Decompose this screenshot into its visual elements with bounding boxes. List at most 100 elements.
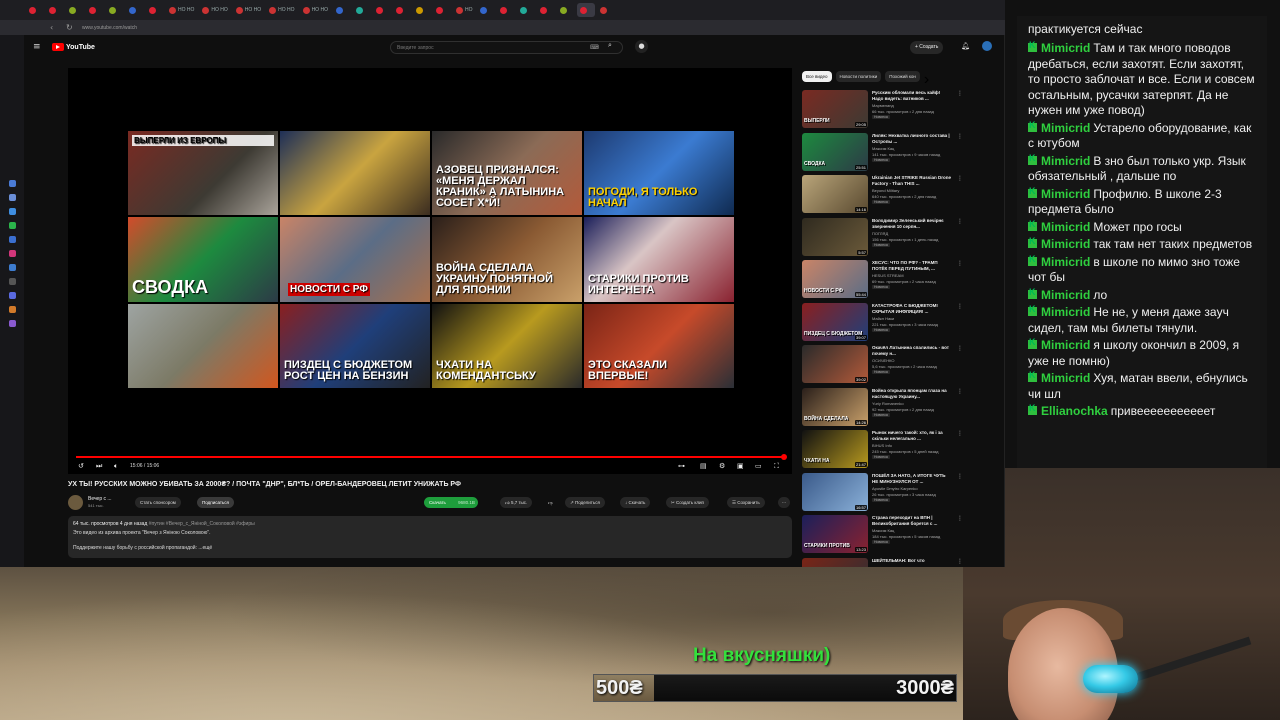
browser-tab[interactable]: [353, 3, 371, 17]
browser-tab[interactable]: [433, 3, 451, 17]
chat-username[interactable]: Mimicrid: [1041, 237, 1090, 251]
more-options-icon[interactable]: ⋮: [957, 303, 962, 310]
search-input[interactable]: Введите запрос: [397, 45, 434, 51]
browser-tab[interactable]: [477, 3, 495, 17]
browser-tab[interactable]: [373, 3, 391, 17]
sidebar-app-icon[interactable]: [8, 208, 16, 215]
end-screen-video[interactable]: Старики против интернета: [584, 217, 734, 302]
browser-tab[interactable]: [146, 3, 164, 17]
recommended-video[interactable]: ВОЙНА СДЕЛАЛА 14:26 Война открыла японцам …: [802, 387, 962, 431]
filter-chip[interactable]: Похожий кон: [885, 71, 920, 82]
recommended-video[interactable]: 16:57 ПОШЁЛ ЗА НАТО, А ИТОГЕ ЧУТЬ НЕ МИНУ…: [802, 472, 962, 516]
chat-username[interactable]: Mimicrid: [1041, 187, 1090, 201]
share-button[interactable]: ↗ Поделиться: [565, 497, 605, 508]
chat-username[interactable]: Mimicrid: [1041, 288, 1090, 302]
next-icon[interactable]: ⏭: [96, 461, 102, 471]
video-thumbnail[interactable]: ЧХАТИ НА 21:47: [802, 430, 868, 468]
replay-icon[interactable]: ↺: [78, 461, 84, 471]
settings-gear-icon[interactable]: ⚙: [719, 461, 725, 471]
recommended-video[interactable]: Старики против 13:23 Страна переходит на В…: [802, 515, 962, 558]
end-screen-video[interactable]: ЭТО СКАЗАЛИ ВПЕРВЫЕ!: [584, 303, 734, 388]
channel-name[interactable]: ОСИЧЕНКО: [872, 358, 895, 363]
browser-tab[interactable]: [413, 3, 431, 17]
recommended-video[interactable]: ЧХАТИ НА 21:47 Рынок ничего такой: хто, як…: [802, 430, 962, 473]
theater-mode-icon[interactable]: ▭: [755, 461, 762, 471]
video-thumbnail[interactable]: ВОЙНА СДЕЛАЛА 14:26: [802, 387, 868, 426]
browser-tab[interactable]: [393, 3, 411, 17]
browser-tab[interactable]: [333, 3, 351, 17]
video-title[interactable]: Страна переходит на ВПН | Великобритания…: [872, 515, 952, 527]
subscribe-button[interactable]: Подписаться: [197, 497, 234, 508]
channel-name[interactable]: Apostle Dmytro Karpenko: [872, 486, 918, 491]
chat-username[interactable]: Mimicrid: [1041, 41, 1090, 55]
more-options-icon[interactable]: ⋮: [957, 218, 962, 225]
sidebar-app-icon[interactable]: [8, 194, 16, 201]
channel-name[interactable]: Майкл Наки: [872, 316, 894, 321]
channel-name[interactable]: Yuriy Romanenko: [872, 401, 904, 406]
end-screen-video[interactable]: [128, 303, 278, 388]
sidebar-app-icon[interactable]: [8, 306, 16, 313]
dislike-icon[interactable]: 👎︎: [543, 497, 558, 508]
recommended-video[interactable]: 39:02 Окачёл Латынина спалились - вот поч…: [802, 345, 962, 388]
chat-username[interactable]: Mimicrid: [1041, 220, 1090, 234]
download-extension-button[interactable]: Скачать 9680.1B: [424, 497, 478, 508]
video-title[interactable]: КАТАСТРОФА С БЮДЖЕТОМ! СКРЫТАЯ ИНФЛЯЦИЯ!…: [872, 303, 952, 315]
fullscreen-icon[interactable]: ⛶: [774, 461, 779, 471]
recommended-video[interactable]: СВОДКА 25:51 Лиляк: Нехватка личного соста…: [802, 132, 962, 176]
video-title[interactable]: ШЕЙТЕЛЬМАН: Вот что: [872, 558, 952, 564]
more-actions-icon[interactable]: ⋯: [778, 497, 790, 508]
chevron-right-icon[interactable]: ›: [924, 71, 929, 88]
recommended-video[interactable]: ПИЗДЕЦ С БЮДЖЕТОМ 39:07 КАТАСТРОФА С БЮДЖЕ…: [802, 302, 962, 346]
end-screen-video[interactable]: НОВОСТИ С РФ: [280, 217, 430, 302]
more-options-icon[interactable]: ⋮: [957, 133, 962, 140]
chat-username[interactable]: Mimicrid: [1041, 338, 1090, 352]
video-thumbnail[interactable]: НОВОСТИ С РФ 55:44: [802, 260, 868, 298]
sidebar-app-icon[interactable]: [8, 250, 16, 257]
video-title[interactable]: Окачёл Латынина спалились - вот почему н…: [872, 345, 952, 357]
browser-tab[interactable]: НО НО: [233, 3, 264, 17]
chat-username[interactable]: Mimicrid: [1041, 371, 1090, 385]
description-box[interactable]: 64 тыс. просмотров 4 дня назад #путин #В…: [68, 516, 792, 558]
recommended-video[interactable]: 5:57 Володимир Зеленський вечірнє звернен…: [802, 217, 962, 261]
sidebar-app-icon[interactable]: [8, 222, 16, 229]
channel-name[interactable]: Максим Кац: [872, 146, 894, 151]
more-options-icon[interactable]: ⋮: [957, 175, 962, 182]
video-title[interactable]: ХЕСУС: ЧТО ПО РФ? - ТРАМП ПОТЁК ПЕРЕД ПУ…: [872, 260, 952, 272]
video-thumbnail[interactable]: ПИЗДЕЦ С БЮДЖЕТОМ 39:07: [802, 302, 868, 341]
reload-icon[interactable]: ↻: [66, 23, 74, 32]
recommended-video[interactable]: ВЫПЕРЛИ 29:05 Русским обломали весь кайф! …: [802, 90, 962, 133]
browser-tab[interactable]: НО НО: [166, 3, 197, 17]
browser-tab[interactable]: НО НО: [266, 3, 297, 17]
browser-tab[interactable]: [497, 3, 515, 17]
browser-tab[interactable]: НО НО: [300, 3, 331, 17]
keyboard-icon[interactable]: ⌨: [590, 44, 599, 51]
video-title[interactable]: Лиляк: Нехватка личного состава | Остроп…: [872, 133, 952, 145]
recommended-video[interactable]: ШЕЙТЕЛЬМАН: Вот что ⋮: [802, 557, 962, 567]
filter-chip[interactable]: Новости политики: [835, 71, 882, 82]
account-avatar[interactable]: [982, 41, 992, 51]
channel-name[interactable]: Мармеланд: [872, 103, 894, 108]
end-screen-video[interactable]: ЧХАТИ НА КОМЕНДАНТСЬКУ: [432, 303, 582, 388]
sidebar-app-icon[interactable]: [8, 292, 16, 299]
browser-tab[interactable]: [597, 3, 615, 17]
notifications-bell-icon[interactable]: 🔔︎: [961, 42, 970, 50]
url-field[interactable]: www.youtube.com/watch: [82, 25, 137, 31]
recommended-video[interactable]: 14:16 Ukrainian Jet STRIKE Russian Drone …: [802, 175, 962, 218]
sidebar-app-icon[interactable]: [8, 264, 16, 271]
more-options-icon[interactable]: ⋮: [957, 388, 962, 395]
channel-name[interactable]: ПОГЛЯД: [872, 231, 888, 236]
volume-icon[interactable]: 🔈︎: [114, 461, 118, 471]
video-thumbnail[interactable]: 39:02: [802, 345, 868, 383]
end-screen-video[interactable]: ВЫПЕРЛИ ИЗ ЕВРОПЫ: [128, 131, 278, 216]
download-button[interactable]: ↓ Скачать: [620, 497, 651, 508]
channel-name[interactable]: HESUS STREAM: [872, 273, 904, 278]
progress-bar[interactable]: [76, 456, 784, 458]
search-box[interactable]: Введите запрос ⌨: [390, 41, 623, 54]
youtube-logo[interactable]: YouTube: [52, 43, 95, 51]
video-title[interactable]: Русским обломали весь кайф! Надо видеть:…: [872, 90, 952, 102]
video-title[interactable]: ПОШЁЛ ЗА НАТО, А ИТОГЕ ЧУТЬ НЕ МИНУЗНУЛС…: [872, 473, 952, 485]
hamburger-menu-icon[interactable]: ≡: [33, 43, 42, 52]
browser-tab[interactable]: [517, 3, 535, 17]
browser-tab[interactable]: [126, 3, 144, 17]
chat-username[interactable]: Mimicrid: [1041, 255, 1090, 269]
